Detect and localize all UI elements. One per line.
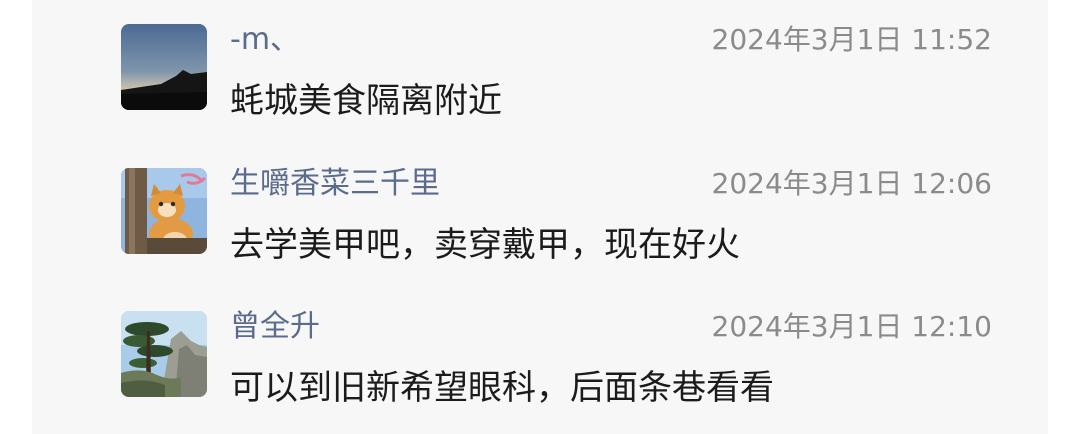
- comment-list: -m、 2024年3月1日 11:52 蚝城美食隔离附近 生嚼香菜三千里 202…: [32, 0, 1048, 434]
- comment-item: -m、 2024年3月1日 11:52 蚝城美食隔离附近: [32, 0, 1048, 121]
- comment-author[interactable]: 生嚼香菜三千里: [230, 164, 440, 204]
- comment-time: 2024年3月1日 12:06: [711, 167, 992, 200]
- comment-author[interactable]: -m、: [230, 20, 300, 60]
- comment-text: 可以到旧新希望眼科，后面条巷看看: [230, 368, 774, 408]
- avatar[interactable]: [121, 168, 207, 254]
- comment-item: 曾全升 2024年3月1日 12:10 可以到旧新希望眼科，后面条巷看看: [32, 287, 1048, 408]
- comment-item: 生嚼香菜三千里 2024年3月1日 12:06 去学美甲吧，卖穿戴甲，现在好火: [32, 144, 1048, 265]
- avatar-cat-image: [121, 168, 207, 254]
- avatar-pine-tree-image: [121, 311, 207, 397]
- comment-time: 2024年3月1日 11:52: [711, 23, 992, 56]
- comment-author[interactable]: 曾全升: [230, 307, 320, 347]
- avatar[interactable]: [121, 24, 207, 110]
- comment-text: 蚝城美食隔离附近: [230, 81, 502, 121]
- avatar-sky-image: [121, 24, 207, 110]
- comment-time: 2024年3月1日 12:10: [711, 310, 992, 343]
- comment-text: 去学美甲吧，卖穿戴甲，现在好火: [230, 225, 740, 265]
- avatar[interactable]: [121, 311, 207, 397]
